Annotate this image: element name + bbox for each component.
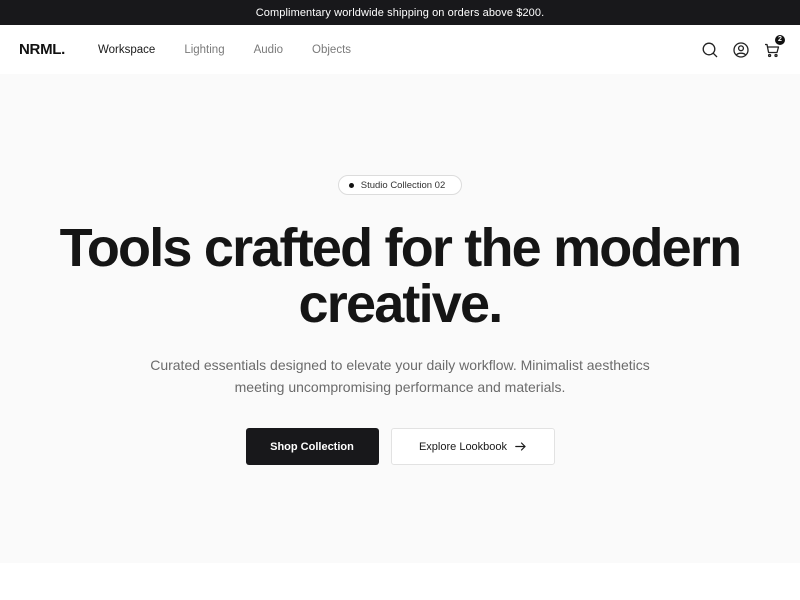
hero-subtext-line1: Curated essentials designed to elevate y… (150, 357, 650, 373)
hero-section: Studio Collection 02 Tools crafted for t… (0, 74, 800, 563)
header-actions: 2 (688, 25, 785, 74)
explore-lookbook-label: Explore Lookbook (418, 440, 508, 453)
collection-badge-label: Studio Collection 02 (360, 179, 446, 191)
cart-icon[interactable]: 2 (763, 34, 785, 59)
arrow-right-icon (515, 442, 526, 451)
announcement-bar: Complimentary worldwide shipping on orde… (0, 0, 800, 25)
collection-badge: Studio Collection 02 (337, 175, 463, 195)
hero-headline-line2: creative. (298, 274, 504, 334)
search-icon[interactable] (701, 41, 719, 59)
nav-link-workspace[interactable]: Workspace (98, 44, 155, 56)
hero-headline: Tools crafted for the modern creative. (40, 220, 760, 332)
nav-link-lighting[interactable]: Lighting (184, 44, 224, 56)
hero-subtext-line2: meeting uncompromising performance and m… (234, 379, 566, 395)
nav-link-objects[interactable]: Objects (312, 44, 351, 56)
badge-dot-icon (348, 182, 354, 188)
below-hero-section (0, 563, 800, 600)
site-header: NRML. Workspace Lighting Audio Objects 2 (0, 25, 800, 74)
hero-cta-row: Shop Collection Explore Lookbook (245, 428, 555, 465)
cart-count-badge: 2 (775, 34, 785, 45)
shop-collection-button[interactable]: Shop Collection (245, 428, 379, 465)
hero-subtext: Curated essentials designed to elevate y… (140, 354, 660, 398)
announcement-text: Complimentary worldwide shipping on orde… (255, 6, 545, 19)
hero-headline-line1: Tools crafted for the modern (59, 218, 742, 278)
nav-link-audio[interactable]: Audio (254, 44, 283, 56)
brand-logo[interactable]: NRML. (19, 41, 65, 58)
account-icon[interactable] (732, 41, 750, 59)
explore-lookbook-button[interactable]: Explore Lookbook (390, 428, 555, 465)
main-nav: Workspace Lighting Audio Objects (98, 44, 380, 56)
